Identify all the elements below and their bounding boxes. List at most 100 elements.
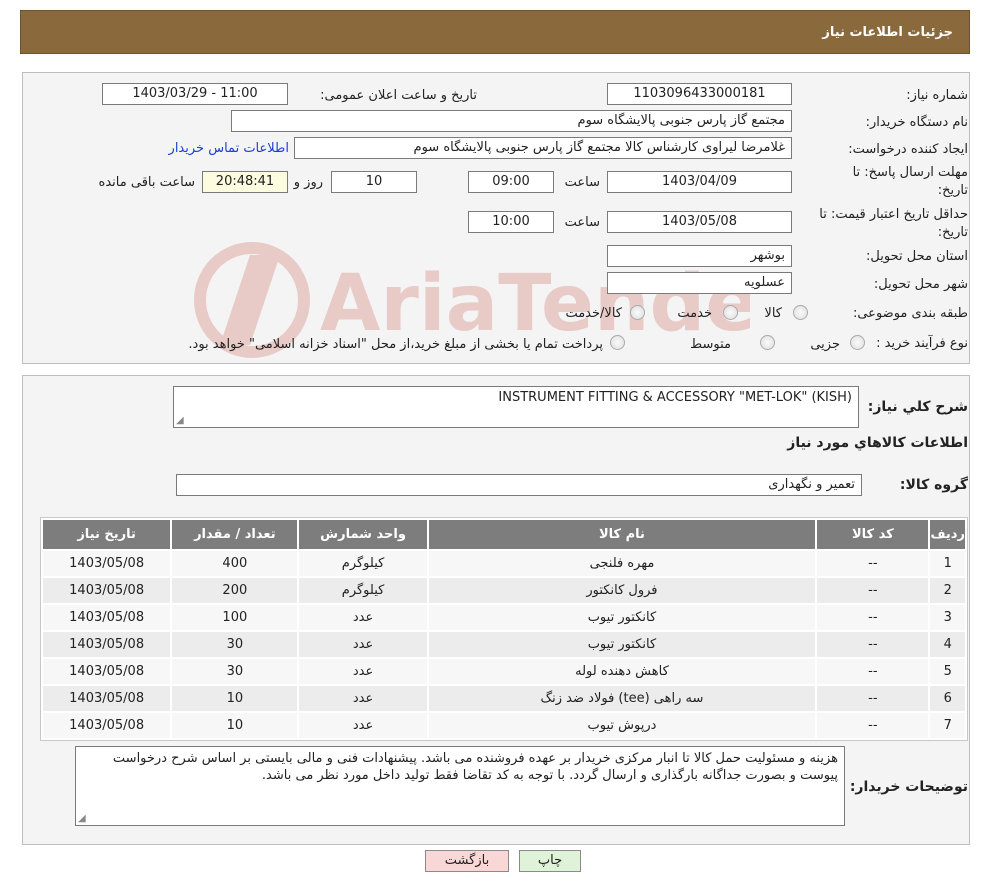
table-row: 1 -- مهره فلنجی کیلوگرم 400 1403/05/08 bbox=[43, 551, 965, 576]
deadline-label-date: تاریخ: bbox=[937, 183, 968, 198]
page-title: جزئیات اطلاعات نیاز bbox=[822, 25, 953, 40]
table-row: 4 -- کانکتور تیوب عدد 30 1403/05/08 bbox=[43, 632, 965, 657]
item-date: 1403/05/08 bbox=[43, 605, 171, 630]
city-label: شهر محل تحویل: bbox=[873, 277, 968, 292]
row-number: 2 bbox=[930, 578, 965, 603]
item-date: 1403/05/08 bbox=[43, 659, 171, 684]
deadline-label: مهلت ارسال پاسخ: تا bbox=[852, 165, 968, 180]
item-qty: 30 bbox=[172, 659, 298, 684]
col-date-header: تاریخ نیاز bbox=[43, 520, 171, 549]
item-name: مهره فلنجی bbox=[428, 551, 816, 576]
resize-grip-icon[interactable]: ◢ bbox=[78, 814, 86, 824]
item-name: فرول کانکتور bbox=[428, 578, 816, 603]
item-date: 1403/05/08 bbox=[43, 551, 171, 576]
item-name: درپوش تیوب bbox=[428, 713, 816, 738]
remaining-time-field: 20:48:41 bbox=[202, 171, 288, 193]
row-number: 1 bbox=[930, 551, 965, 576]
payment-note: پرداخت تمام یا بخشی از مبلغ خرید،از محل … bbox=[188, 337, 603, 352]
validity-time-label: ساعت bbox=[564, 215, 600, 230]
item-unit: کیلوگرم bbox=[299, 578, 427, 603]
resize-grip-icon[interactable]: ◢ bbox=[176, 416, 184, 426]
item-name: کانکتور تیوب bbox=[428, 605, 816, 630]
item-date: 1403/05/08 bbox=[43, 713, 171, 738]
print-button[interactable]: چاپ bbox=[519, 850, 581, 872]
item-code: -- bbox=[817, 551, 929, 576]
buyer-org-label: نام دستگاه خریدار: bbox=[865, 115, 968, 130]
need-number-field: 1103096433000181 bbox=[607, 83, 792, 105]
validity-date-field: 1403/05/08 bbox=[607, 211, 792, 233]
item-code: -- bbox=[817, 686, 929, 711]
table-row: 2 -- فرول کانکتور کیلوگرم 200 1403/05/08 bbox=[43, 578, 965, 603]
item-date: 1403/05/08 bbox=[43, 578, 171, 603]
table-row: 5 -- کاهش دهنده لوله عدد 30 1403/05/08 bbox=[43, 659, 965, 684]
announce-label: تاریخ و ساعت اعلان عمومی: bbox=[320, 88, 477, 103]
item-name: سه راهی (tee) فولاد ضد زنگ bbox=[428, 686, 816, 711]
summary-textarea[interactable]: INSTRUMENT FITTING & ACCESSORY "MET-LOK"… bbox=[173, 386, 859, 428]
item-qty: 200 bbox=[172, 578, 298, 603]
deadline-time-field: 09:00 bbox=[468, 171, 554, 193]
buyer-notes-textarea[interactable]: هزینه و مسئولیت حمل کالا تا انبار مرکزی … bbox=[75, 746, 845, 826]
need-number-label: شماره نیاز: bbox=[906, 88, 968, 103]
payment-checkbox-radio[interactable] bbox=[610, 335, 625, 350]
item-unit: عدد bbox=[299, 686, 427, 711]
item-qty: 30 bbox=[172, 632, 298, 657]
validity-label-date: تاریخ: bbox=[937, 225, 968, 240]
row-number: 4 bbox=[930, 632, 965, 657]
col-unit-header: واحد شمارش bbox=[299, 520, 427, 549]
item-code: -- bbox=[817, 659, 929, 684]
category-label: طبقه بندی موضوعی: bbox=[852, 306, 968, 321]
col-qty-header: تعداد / مقدار bbox=[172, 520, 298, 549]
process-option-minor: جزیی bbox=[810, 337, 840, 352]
table-row: 7 -- درپوش تیوب عدد 10 1403/05/08 bbox=[43, 713, 965, 738]
col-code-header: کد کالا bbox=[817, 520, 929, 549]
item-date: 1403/05/08 bbox=[43, 686, 171, 711]
table-header-row: ردیف کد کالا نام کالا واحد شمارش تعداد /… bbox=[43, 520, 965, 549]
col-name-header: نام کالا bbox=[428, 520, 816, 549]
item-qty: 100 bbox=[172, 605, 298, 630]
item-code: -- bbox=[817, 578, 929, 603]
item-code: -- bbox=[817, 713, 929, 738]
buyer-notes-text: هزینه و مسئولیت حمل کالا تا انبار مرکزی … bbox=[112, 751, 838, 783]
watermark-mark-icon bbox=[220, 255, 280, 345]
category-radio-goods[interactable] bbox=[793, 305, 808, 320]
item-qty: 400 bbox=[172, 551, 298, 576]
deadline-time-label: ساعت bbox=[564, 175, 600, 190]
back-button[interactable]: بازگشت bbox=[425, 850, 509, 872]
city-field: عسلویه bbox=[607, 272, 792, 294]
goods-group-label: گروه کالا: bbox=[899, 477, 968, 493]
process-option-medium: متوسط bbox=[690, 337, 731, 352]
table-row: 6 -- سه راهی (tee) فولاد ضد زنگ عدد 10 1… bbox=[43, 686, 965, 711]
process-radio-medium[interactable] bbox=[760, 335, 775, 350]
buyer-contact-link[interactable]: اطلاعات تماس خریدار bbox=[169, 141, 289, 156]
category-radio-service[interactable] bbox=[723, 305, 738, 320]
row-number: 3 bbox=[930, 605, 965, 630]
item-unit: عدد bbox=[299, 632, 427, 657]
item-code: -- bbox=[817, 605, 929, 630]
item-code: -- bbox=[817, 632, 929, 657]
row-number: 6 bbox=[930, 686, 965, 711]
item-date: 1403/05/08 bbox=[43, 632, 171, 657]
item-qty: 10 bbox=[172, 713, 298, 738]
creator-field: غلامرضا لیراوی کارشناس کالا مجتمع گاز پا… bbox=[294, 137, 792, 159]
category-option-goods: کالا bbox=[764, 306, 782, 321]
summary-text: INSTRUMENT FITTING & ACCESSORY "MET-LOK"… bbox=[498, 390, 852, 405]
validity-label: حداقل تاریخ اعتبار قیمت: تا bbox=[819, 207, 968, 222]
item-qty: 10 bbox=[172, 686, 298, 711]
row-number: 5 bbox=[930, 659, 965, 684]
page-header: جزئیات اطلاعات نیاز bbox=[20, 10, 970, 54]
category-radio-goods-service[interactable] bbox=[630, 305, 645, 320]
buyer-org-field: مجتمع گاز پارس جنوبی پالایشگاه سوم bbox=[231, 110, 792, 132]
days-field: 10 bbox=[331, 171, 417, 193]
buyer-notes-label: توضیحات خریدار: bbox=[849, 779, 968, 795]
deadline-date-field: 1403/04/09 bbox=[607, 171, 792, 193]
item-name: کانکتور تیوب bbox=[428, 632, 816, 657]
col-row-header: ردیف bbox=[930, 520, 965, 549]
category-option-service: خدمت bbox=[677, 306, 712, 321]
item-unit: عدد bbox=[299, 659, 427, 684]
process-radio-minor[interactable] bbox=[850, 335, 865, 350]
item-name: کاهش دهنده لوله bbox=[428, 659, 816, 684]
goods-info-title: اطلاعات کالاهاي مورد نياز bbox=[787, 435, 968, 451]
items-table: ردیف کد کالا نام کالا واحد شمارش تعداد /… bbox=[40, 517, 968, 741]
province-field: بوشهر bbox=[607, 245, 792, 267]
province-label: استان محل تحویل: bbox=[866, 249, 968, 264]
